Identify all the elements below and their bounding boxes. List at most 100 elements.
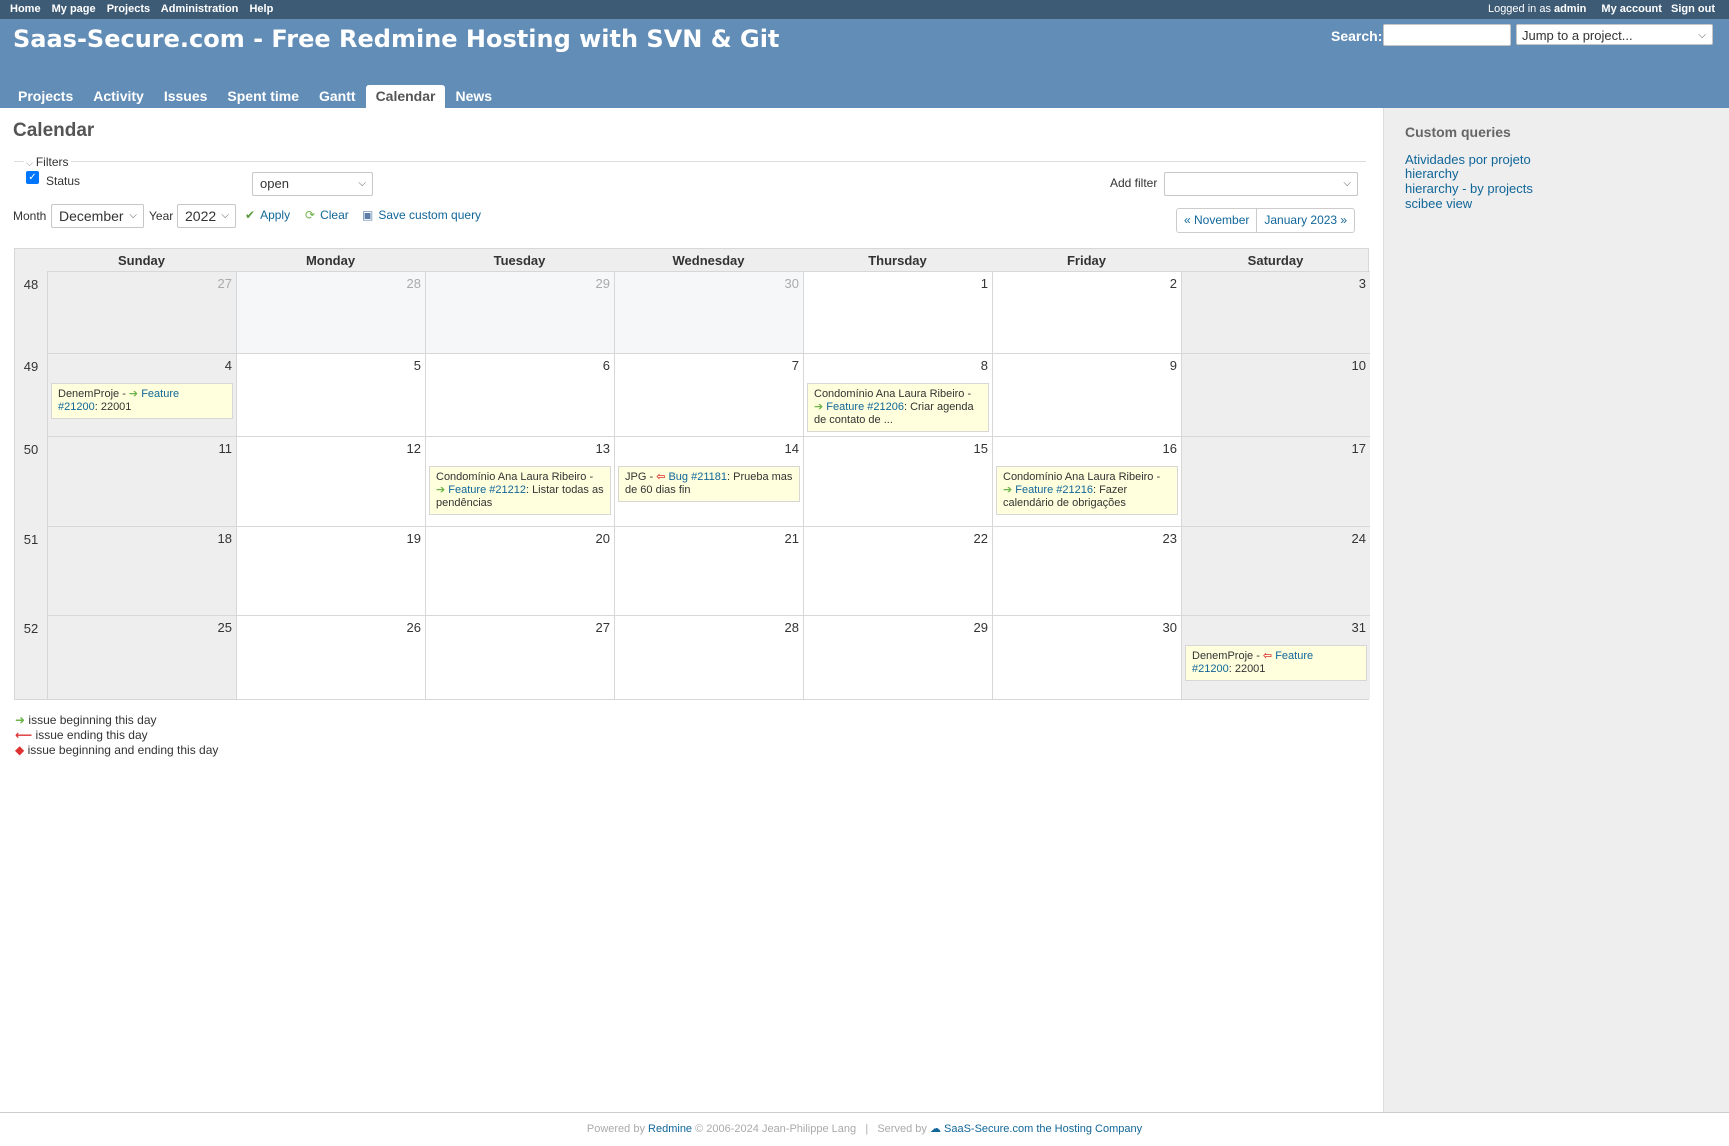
calendar-issue[interactable]: DenemProje - ➔ Feature #21200: 22001 bbox=[51, 383, 233, 419]
year-select[interactable]: 2022 ⌵ bbox=[177, 204, 236, 228]
tab-issues[interactable]: Issues bbox=[154, 85, 218, 108]
query-link[interactable]: scibee view bbox=[1405, 196, 1472, 211]
top-menu-left: Home My page Projects Administration Hel… bbox=[10, 3, 281, 15]
legend-item: ➜ issue beginning this day bbox=[15, 713, 218, 728]
top-menu-help[interactable]: Help bbox=[249, 3, 273, 15]
calendar-issue[interactable]: Condomínio Ana Laura Ribeiro - ➔ Feature… bbox=[807, 383, 989, 432]
footer-powered-by: Powered by bbox=[586, 1123, 645, 1135]
top-menu-administration[interactable]: Administration bbox=[161, 3, 239, 15]
week-number: 48 bbox=[23, 277, 39, 292]
query-link[interactable]: hierarchy - by projects bbox=[1405, 181, 1533, 196]
save-query-button[interactable]: ▣ Save custom query bbox=[362, 208, 481, 222]
day-number: 24 bbox=[1351, 531, 1366, 546]
issue-project[interactable]: DenemProje bbox=[1192, 650, 1253, 662]
month-select[interactable]: December ⌵ bbox=[51, 204, 144, 228]
search-input[interactable] bbox=[1383, 24, 1511, 46]
sign-out-link[interactable]: Sign out bbox=[1671, 3, 1715, 15]
day-number: 4 bbox=[224, 358, 232, 373]
calendar-day-cell: 17 bbox=[1181, 436, 1370, 526]
chevron-down-icon: ⌵ bbox=[221, 210, 229, 221]
day-number: 31 bbox=[1351, 620, 1366, 635]
tab-news[interactable]: News bbox=[445, 85, 502, 108]
footer: Powered by Redmine © 2006-2024 Jean-Phil… bbox=[0, 1112, 1729, 1138]
top-menu-my-page[interactable]: My page bbox=[52, 3, 96, 15]
calendar-issue[interactable]: JPG - ⇦ Bug #21181: Prueba mas de 60 dia… bbox=[618, 466, 800, 502]
day-number: 8 bbox=[980, 358, 988, 373]
filters-legend-label: Filters bbox=[35, 155, 69, 169]
sidebar-title: Custom queries bbox=[1405, 124, 1511, 140]
calendar-day-cell: 11 bbox=[47, 436, 236, 526]
calendar-grid: Sunday Monday Tuesday Wednesday Thursday Frid… bbox=[14, 248, 1370, 700]
day-number: 23 bbox=[1162, 531, 1177, 546]
calendar-issue[interactable]: Condomínio Ana Laura Ribeiro - ➔ Feature… bbox=[996, 466, 1178, 515]
top-menu-home[interactable]: Home bbox=[10, 3, 41, 15]
apply-label: Apply bbox=[260, 208, 291, 222]
calendar-day-cell: 21 bbox=[614, 526, 803, 615]
arrow-left-icon: ⟵ bbox=[15, 728, 33, 742]
issue-link[interactable]: Bug #21181 bbox=[668, 471, 727, 483]
query-link[interactable]: hierarchy bbox=[1405, 166, 1458, 181]
calendar-day-cell: 29 bbox=[425, 271, 614, 353]
calendar-day-cell: 14 JPG - ⇦ Bug #21181: Prueba mas de 60 d… bbox=[614, 436, 803, 526]
calendar-day-cell: 27 bbox=[47, 271, 236, 353]
status-filter-checkbox[interactable]: ✓ bbox=[26, 171, 39, 184]
add-filter-select[interactable]: ⌵ bbox=[1164, 172, 1358, 196]
page-title: Calendar bbox=[13, 120, 95, 141]
top-menu-projects[interactable]: Projects bbox=[107, 3, 150, 15]
filters-fieldset: ⌵ Filters bbox=[14, 155, 1366, 169]
issue-project[interactable]: Condomínio Ana Laura Ribeiro bbox=[436, 471, 586, 483]
chevron-down-icon: ⌵ bbox=[26, 158, 33, 168]
clear-button[interactable]: ⟳ Clear bbox=[305, 208, 349, 222]
issue-project[interactable]: JPG bbox=[625, 471, 646, 483]
day-number: 6 bbox=[602, 358, 610, 373]
calendar-day-cell: 30 bbox=[992, 615, 1181, 699]
my-account-link[interactable]: My account bbox=[1601, 3, 1662, 15]
issue-project[interactable]: Condomínio Ana Laura Ribeiro bbox=[814, 388, 964, 400]
issue-link[interactable]: Feature bbox=[1275, 650, 1313, 662]
hoster-link[interactable]: SaaS-Secure.com the Hosting Company bbox=[944, 1123, 1142, 1135]
day-number: 17 bbox=[1351, 441, 1366, 456]
day-number: 11 bbox=[218, 441, 233, 456]
site-title[interactable]: Saas-Secure.com - Free Redmine Hosting w… bbox=[13, 25, 779, 53]
calendar-day-cell: 20 bbox=[425, 526, 614, 615]
issue-link[interactable]: Feature #21206 bbox=[826, 401, 904, 413]
issue-link[interactable]: Feature #21216 bbox=[1015, 484, 1093, 496]
query-link[interactable]: Atividades por projeto bbox=[1405, 152, 1531, 167]
logged-in-label: Logged in as bbox=[1487, 3, 1551, 15]
day-number: 19 bbox=[406, 531, 421, 546]
logged-in-user[interactable]: admin bbox=[1554, 3, 1586, 15]
jump-to-project-select[interactable]: Jump to a project... ⌵ bbox=[1516, 24, 1713, 45]
issue-project[interactable]: Condomínio Ana Laura Ribeiro bbox=[1003, 471, 1153, 483]
issue-project[interactable]: DenemProje bbox=[58, 388, 119, 400]
tab-projects[interactable]: Projects bbox=[8, 85, 83, 108]
prev-month-link[interactable]: « November bbox=[1177, 209, 1256, 232]
week-number: 49 bbox=[23, 359, 39, 374]
next-month-link[interactable]: January 2023 » bbox=[1256, 209, 1354, 232]
legend-item: ⟵ issue ending this day bbox=[15, 728, 218, 743]
day-number: 27 bbox=[595, 620, 610, 635]
tab-spent-time[interactable]: Spent time bbox=[217, 85, 309, 108]
apply-button[interactable]: ✔ Apply bbox=[245, 208, 290, 222]
calendar-issue[interactable]: Condomínio Ana Laura Ribeiro - ➔ Feature… bbox=[429, 466, 611, 515]
day-header: Thursday bbox=[868, 253, 927, 268]
issue-link-id[interactable]: #21200 bbox=[1192, 663, 1229, 675]
week-number: 52 bbox=[23, 621, 39, 636]
tab-calendar[interactable]: Calendar bbox=[365, 85, 446, 108]
issue-link-id[interactable]: #21200 bbox=[58, 401, 95, 413]
issue-subject: : 22001 bbox=[1228, 663, 1266, 675]
day-number: 3 bbox=[1358, 276, 1366, 291]
calendar-day-cell: 28 bbox=[236, 271, 425, 353]
clear-label: Clear bbox=[320, 208, 349, 222]
issue-link[interactable]: Feature bbox=[141, 388, 179, 400]
tab-gantt[interactable]: Gantt bbox=[309, 85, 366, 108]
day-header: Sunday bbox=[118, 253, 165, 268]
arrow-right-icon: ➔ bbox=[814, 401, 824, 413]
redmine-link[interactable]: Redmine bbox=[648, 1123, 692, 1135]
calendar-day-cell: 6 bbox=[425, 353, 614, 436]
status-operator-select[interactable]: open ⌵ bbox=[252, 172, 373, 196]
day-header: Saturday bbox=[1247, 253, 1304, 268]
tab-activity[interactable]: Activity bbox=[83, 85, 154, 108]
issue-link[interactable]: Feature #21212 bbox=[448, 484, 526, 496]
filters-toggle[interactable]: ⌵ Filters bbox=[24, 155, 71, 169]
calendar-issue[interactable]: DenemProje - ⇦ Feature #21200: 22001 bbox=[1185, 645, 1367, 681]
